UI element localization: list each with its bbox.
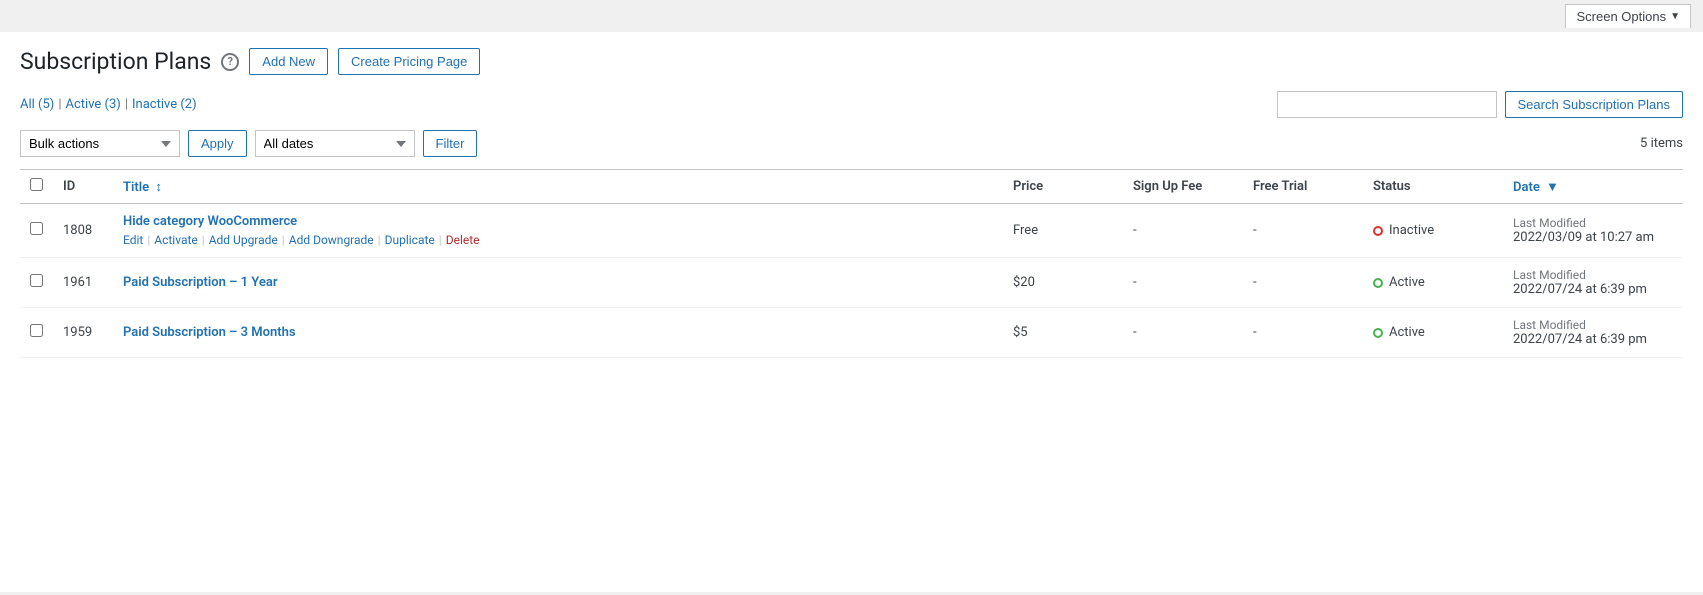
date-cell: Last Modified 2022/03/09 at 10:27 am	[1513, 216, 1673, 245]
status-dot	[1373, 226, 1383, 236]
date-filter-select[interactable]: All dates March 2022 July 2022	[255, 130, 415, 157]
table-row: 1808 Hide category WooCommerce Edit | Activa…	[20, 204, 1683, 258]
column-price: Price	[1003, 170, 1123, 204]
row-action-add-downgrade[interactable]: Add Downgrade	[289, 233, 374, 247]
row-date: Last Modified 2022/07/24 at 6:39 pm	[1503, 308, 1683, 358]
row-title-link[interactable]: Paid Subscription – 1 Year	[123, 275, 278, 290]
row-action-activate[interactable]: Activate	[154, 233, 198, 247]
action-separator: |	[439, 233, 442, 247]
search-button[interactable]: Search Subscription Plans	[1505, 91, 1683, 118]
bulk-actions-select[interactable]: Bulk actions Delete	[20, 130, 180, 157]
main-content: Subscription Plans ? Add New Create Pric…	[0, 32, 1703, 592]
status-label: Active	[1389, 275, 1425, 290]
date-value: 2022/03/09 at 10:27 am	[1513, 230, 1654, 245]
screen-options-bar: Screen Options ▼	[0, 0, 1703, 32]
row-action-edit[interactable]: Edit	[123, 233, 143, 247]
toolbar: Bulk actions Delete Apply All dates Marc…	[20, 130, 1683, 157]
date-label: Last Modified	[1513, 268, 1673, 282]
date-sort-icon: ▼	[1546, 179, 1559, 195]
row-action-duplicate[interactable]: Duplicate	[385, 233, 435, 247]
row-id: 1961	[53, 258, 113, 308]
add-new-button[interactable]: Add New	[249, 48, 328, 75]
subheader: All (5) | Active (3) | Inactive (2) Sear…	[20, 91, 1683, 118]
column-title[interactable]: Title ↕	[113, 170, 1003, 204]
row-price: $20	[1003, 258, 1123, 308]
page-header: Subscription Plans ? Add New Create Pric…	[20, 48, 1683, 75]
row-action-delete[interactable]: Delete	[446, 233, 480, 247]
status-indicator: Inactive	[1373, 223, 1493, 238]
row-id: 1959	[53, 308, 113, 358]
status-dot	[1373, 328, 1383, 338]
date-value: 2022/07/24 at 6:39 pm	[1513, 332, 1647, 347]
screen-options-label: Screen Options	[1576, 9, 1666, 24]
row-title-cell: Hide category WooCommerce Edit | Activate | A…	[113, 204, 1003, 258]
column-date[interactable]: Date ▼	[1503, 170, 1683, 204]
date-value: 2022/07/24 at 6:39 pm	[1513, 282, 1647, 297]
apply-button[interactable]: Apply	[188, 130, 247, 157]
date-label: Last Modified	[1513, 318, 1673, 332]
row-status: Active	[1363, 308, 1503, 358]
row-signup-fee: -	[1123, 258, 1243, 308]
filter-button[interactable]: Filter	[423, 130, 478, 157]
search-area: Search Subscription Plans	[1277, 91, 1683, 118]
status-label: Inactive	[1389, 223, 1434, 238]
row-status: Active	[1363, 258, 1503, 308]
status-indicator: Active	[1373, 325, 1493, 340]
title-sort-icon: ↕	[155, 179, 162, 195]
row-status: Inactive	[1363, 204, 1503, 258]
status-indicator: Active	[1373, 275, 1493, 290]
row-free-trial: -	[1243, 258, 1363, 308]
column-id: ID	[53, 170, 113, 204]
table-row: 1961Paid Subscription – 1 Year$20-- Acti…	[20, 258, 1683, 308]
date-cell: Last Modified 2022/07/24 at 6:39 pm	[1513, 268, 1673, 297]
date-cell: Last Modified 2022/07/24 at 6:39 pm	[1513, 318, 1673, 347]
row-free-trial: -	[1243, 204, 1363, 258]
row-free-trial: -	[1243, 308, 1363, 358]
filter-inactive[interactable]: Inactive (2)	[132, 97, 197, 112]
action-separator: |	[282, 233, 285, 247]
screen-options-chevron: ▼	[1670, 11, 1680, 22]
screen-options-button[interactable]: Screen Options ▼	[1565, 4, 1691, 28]
page-title: Subscription Plans	[20, 48, 211, 75]
filter-links: All (5) | Active (3) | Inactive (2)	[20, 97, 197, 112]
row-title-link[interactable]: Paid Subscription – 3 Months	[123, 325, 296, 340]
status-dot	[1373, 278, 1383, 288]
row-checkbox[interactable]	[30, 324, 43, 337]
row-id: 1808	[53, 204, 113, 258]
row-title-link[interactable]: Hide category WooCommerce	[123, 214, 297, 229]
help-icon[interactable]: ?	[221, 53, 239, 71]
row-title-cell: Paid Subscription – 3 Months	[113, 308, 1003, 358]
row-actions: Edit | Activate | Add Upgrade | Add Downgrade |…	[123, 233, 993, 247]
filter-active[interactable]: Active (3)	[66, 97, 121, 112]
table-row: 1959Paid Subscription – 3 Months$5-- Act…	[20, 308, 1683, 358]
date-label: Last Modified	[1513, 216, 1673, 230]
subscription-plans-table: ID Title ↕ Price Sign Up Fee Free Trial …	[20, 169, 1683, 358]
row-checkbox[interactable]	[30, 222, 43, 235]
row-date: Last Modified 2022/03/09 at 10:27 am	[1503, 204, 1683, 258]
column-signup-fee: Sign Up Fee	[1123, 170, 1243, 204]
filter-all[interactable]: All (5)	[20, 97, 54, 112]
row-action-add-upgrade[interactable]: Add Upgrade	[209, 233, 278, 247]
column-free-trial: Free Trial	[1243, 170, 1363, 204]
action-separator: |	[147, 233, 150, 247]
row-signup-fee: -	[1123, 204, 1243, 258]
row-price: Free	[1003, 204, 1123, 258]
items-count: 5 items	[1640, 136, 1683, 151]
table-header-row: ID Title ↕ Price Sign Up Fee Free Trial …	[20, 170, 1683, 204]
action-separator: |	[378, 233, 381, 247]
row-signup-fee: -	[1123, 308, 1243, 358]
row-title-cell: Paid Subscription – 1 Year	[113, 258, 1003, 308]
separator-2: |	[125, 97, 128, 112]
search-input[interactable]	[1277, 91, 1497, 118]
action-separator: |	[202, 233, 205, 247]
create-pricing-button[interactable]: Create Pricing Page	[338, 48, 480, 75]
select-all-checkbox[interactable]	[30, 178, 43, 191]
column-status: Status	[1363, 170, 1503, 204]
separator-1: |	[58, 97, 61, 112]
row-date: Last Modified 2022/07/24 at 6:39 pm	[1503, 258, 1683, 308]
select-all-column	[20, 170, 53, 204]
status-label: Active	[1389, 325, 1425, 340]
row-price: $5	[1003, 308, 1123, 358]
row-checkbox[interactable]	[30, 274, 43, 287]
